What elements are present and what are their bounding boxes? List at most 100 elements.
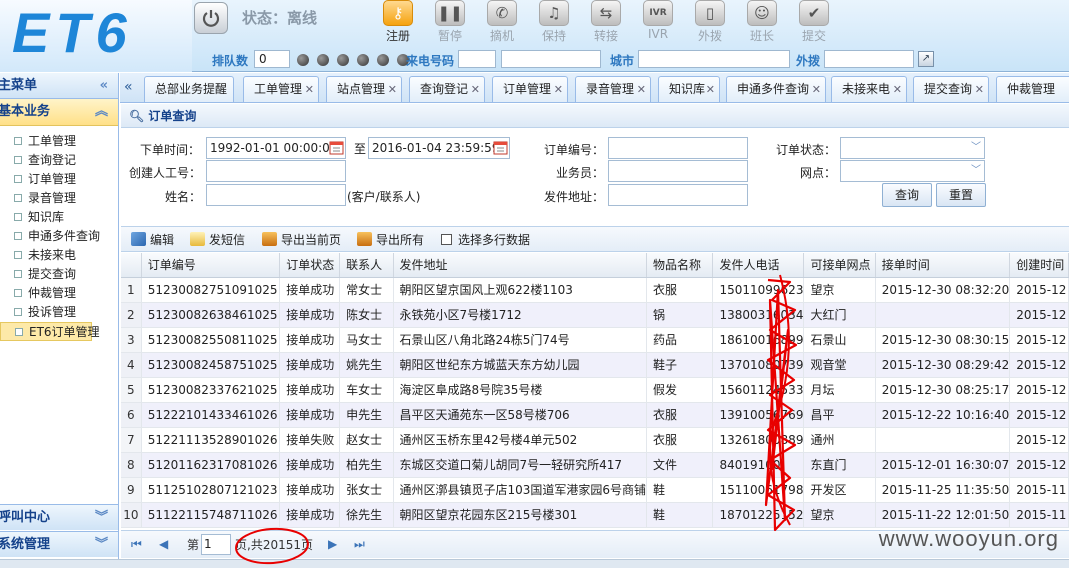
tab-submit-query[interactable]: 提交查询 ✕	[913, 76, 989, 102]
calendar-icon[interactable]	[329, 140, 344, 155]
tab-multi-query[interactable]: 申通多件查询 ✕	[726, 76, 826, 102]
close-icon[interactable]: ✕	[554, 77, 563, 102]
pause-tool[interactable]: ❚❚ 暂停	[428, 0, 472, 44]
tab-order-mgmt[interactable]: 订单管理 ✕	[492, 76, 568, 102]
tab-work-order[interactable]: 工单管理 ✕	[243, 76, 319, 102]
calendar-icon[interactable]	[493, 140, 508, 155]
name-field[interactable]	[206, 184, 346, 206]
reset-button[interactable]: 重置	[936, 183, 986, 207]
city-label: 城市	[610, 54, 635, 68]
main-menu-header[interactable]: 主菜单 «	[0, 73, 118, 99]
tab-hq-reminder[interactable]: 总部业务提醒	[144, 76, 234, 102]
close-icon[interactable]: ✕	[637, 77, 646, 102]
table-row[interactable]: 5 51230082337621025 接单成功 车女士 海淀区阜成路8号院35号楼 假发…	[121, 377, 1069, 403]
call-center-header[interactable]: 呼叫中心 ︾	[0, 504, 118, 530]
site-select[interactable]: ﹀	[840, 160, 985, 182]
sidebar-item-query-register[interactable]: 查询登记	[0, 151, 118, 170]
table-row[interactable]: 4 51230082458751025 接单成功 姚先生 朝阳区世纪东方城蓝天东方幼儿园…	[121, 352, 1069, 378]
dial-label: 外拨	[796, 54, 821, 68]
column-header[interactable]: 创建时间	[1009, 253, 1069, 278]
close-icon[interactable]: ✕	[812, 77, 821, 102]
tab-query-register[interactable]: 查询登记 ✕	[409, 76, 485, 102]
salesman-field[interactable]	[608, 160, 748, 182]
power-button[interactable]	[194, 2, 228, 34]
table-row[interactable]: 7 51221113528901026 接单失败 赵女士 通州区玉桥东里42号楼4单元5…	[121, 427, 1069, 453]
last-page-icon[interactable]: ⏭	[354, 537, 365, 552]
dial-number-field[interactable]	[824, 50, 914, 68]
sidebar-item-missed-calls[interactable]: 未接来电	[0, 246, 118, 265]
table-row[interactable]: 10 51122115748711026 接单成功 徐先生 朝阳区望京花园东区215号楼…	[121, 502, 1069, 528]
next-page-icon[interactable]: ▶	[328, 537, 337, 551]
sidebar-item-et6-orders[interactable]: ET6订单管理	[0, 322, 100, 341]
column-header[interactable]: 联系人	[339, 253, 394, 278]
column-header[interactable]: 可接单网点	[803, 253, 876, 278]
dial-out-tool[interactable]: ▯ 外拨	[688, 0, 732, 44]
sidebar-item-complaints[interactable]: 投诉管理	[0, 303, 118, 322]
transfer-tool[interactable]: ⇆ 转接	[584, 0, 628, 44]
creator-id-field[interactable]	[206, 160, 346, 182]
close-icon[interactable]: ✕	[388, 77, 397, 102]
first-page-icon[interactable]: ⏮	[131, 537, 142, 552]
close-icon[interactable]: ✕	[305, 77, 314, 102]
city-field[interactable]	[638, 50, 790, 68]
close-icon[interactable]: ✕	[706, 77, 715, 102]
ivr-tool[interactable]: IVR IVR	[636, 0, 680, 41]
expand-down-icon[interactable]: ︾	[95, 505, 108, 531]
sidebar-item-work-order[interactable]: 工单管理	[0, 132, 118, 151]
table-row[interactable]: 2 51230082638461025 接单成功 陈女士 永铁苑小区7号楼1712 锅 13…	[121, 302, 1069, 328]
collapse-left-icon[interactable]: «	[100, 73, 108, 99]
edit-button[interactable]: 编辑	[131, 231, 174, 248]
close-icon[interactable]: ✕	[975, 77, 984, 102]
send-sms-button[interactable]: 发短信	[190, 231, 245, 248]
tab-site-mgmt[interactable]: 站点管理 ✕	[326, 76, 402, 102]
tab-scroll-left-icon[interactable]: «	[124, 79, 133, 95]
dial-button[interactable]: ↗	[918, 51, 934, 67]
sidebar-item-arbitration[interactable]: 仲裁管理	[0, 284, 118, 303]
search-button[interactable]: 查询	[882, 183, 932, 207]
column-header[interactable]: 订单状态	[279, 253, 341, 278]
sidebar-item-order-mgmt[interactable]: 订单管理	[0, 170, 118, 189]
sidebar-item-knowledge[interactable]: 知识库	[0, 208, 118, 227]
order-status-select[interactable]: ﹀	[840, 137, 985, 159]
order-time-from-field[interactable]: 1992-01-01 00:00:00	[206, 137, 346, 159]
tab-knowledge[interactable]: 知识库 ✕	[658, 76, 720, 102]
tab-missed-calls[interactable]: 未接来电 ✕	[831, 76, 907, 102]
sender-address-field[interactable]	[608, 184, 748, 206]
tab-arbitration[interactable]: 仲裁管理	[996, 76, 1069, 102]
collapse-up-icon[interactable]: ︽	[95, 99, 108, 125]
system-mgmt-header[interactable]: 系统管理 ︾	[0, 531, 118, 557]
column-header[interactable]: 订单编号	[141, 253, 281, 278]
register-tool[interactable]: ⚷ 注册	[376, 0, 420, 44]
sidebar-item-multi-query[interactable]: 申通多件查询	[0, 227, 118, 246]
pickup-tool[interactable]: ✆ 摘机	[480, 0, 524, 44]
table-row[interactable]: 8 51201162317081026 接单成功 柏先生 东城区交道口菊儿胡同7号一轻研…	[121, 452, 1069, 478]
prev-page-icon[interactable]: ◀	[159, 537, 168, 551]
export-page-button[interactable]: 导出当前页	[262, 231, 341, 248]
column-header[interactable]: 物品名称	[646, 253, 714, 278]
table-row[interactable]: 3 51230082550811025 接单成功 马女士 石景山区八角北路24栋5门74…	[121, 327, 1069, 353]
hold-tool[interactable]: ♫ 保持	[532, 0, 576, 44]
expand-down-icon[interactable]: ︾	[95, 532, 108, 558]
basic-business-header[interactable]: 基本业务 ︽	[0, 99, 118, 126]
column-header[interactable]: 发件地址	[393, 253, 648, 278]
submit-tool[interactable]: ✔ 提交	[792, 0, 836, 44]
page-number-input[interactable]: 1	[201, 534, 231, 555]
sidebar-item-submit-query[interactable]: 提交查询	[0, 265, 118, 284]
order-no-field[interactable]	[608, 137, 748, 159]
column-header[interactable]: 接单时间	[875, 253, 1011, 278]
table-row[interactable]: 9 51125102807121023 接单成功 张女士 通州区漷县镇觅子店103国道军…	[121, 477, 1069, 503]
export-all-button[interactable]: 导出所有	[357, 231, 424, 248]
supervisor-tool[interactable]: ☺ 班长	[740, 0, 784, 44]
incoming-number-field[interactable]	[458, 50, 496, 68]
close-icon[interactable]: ✕	[471, 77, 480, 102]
table-row[interactable]: 6 51222101433461026 接单成功 申先生 昌平区天通苑东一区58号楼70…	[121, 402, 1069, 428]
column-header[interactable]: 发件人电话	[712, 253, 805, 278]
tab-recording[interactable]: 录音管理 ✕	[575, 76, 651, 102]
checkbox-icon[interactable]	[441, 234, 452, 245]
table-row[interactable]: 1 51230082751091025 接单成功 常女士 朝阳区望京国风上观622楼11…	[121, 277, 1069, 303]
order-time-to-field[interactable]: 2016-01-04 23:59:59	[368, 137, 510, 159]
close-icon[interactable]: ✕	[893, 77, 902, 102]
multi-select-toggle[interactable]: 选择多行数据	[441, 231, 530, 248]
sidebar-item-recording[interactable]: 录音管理	[0, 189, 118, 208]
incoming-number-field-2[interactable]	[501, 50, 601, 68]
